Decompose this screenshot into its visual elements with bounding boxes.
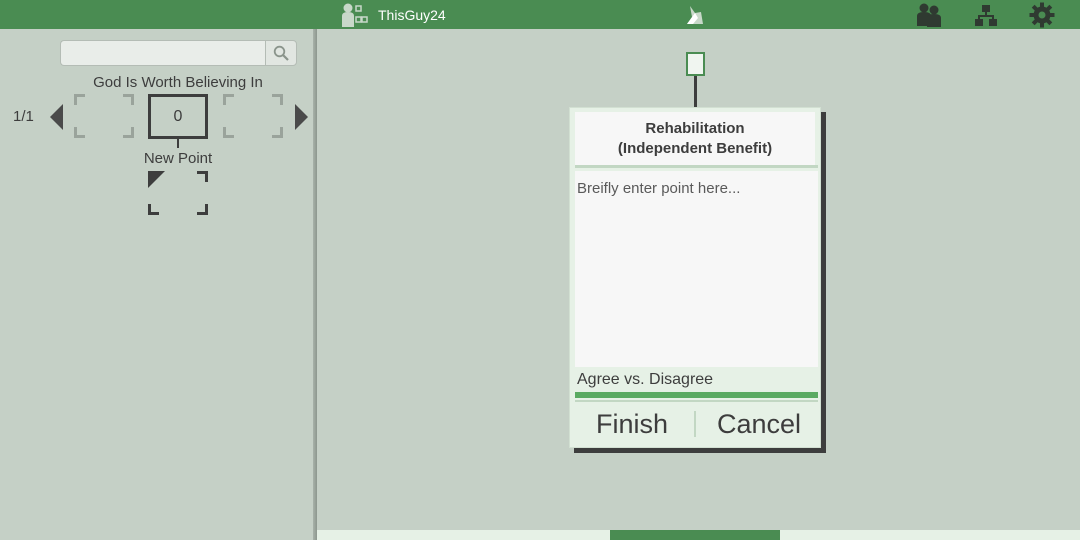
- horizontal-scroll-thumb[interactable]: [610, 530, 780, 540]
- new-point-card: Rehabilitation (Independent Benefit) Agr…: [569, 107, 821, 448]
- agree-disagree-slider[interactable]: [575, 392, 818, 398]
- search-icon: [273, 45, 289, 61]
- empty-node-slot-right[interactable]: [223, 94, 283, 138]
- next-arrow-icon[interactable]: [295, 104, 308, 130]
- card-title-line-2: (Independent Benefit): [617, 140, 773, 157]
- people-icon[interactable]: [916, 2, 942, 28]
- bracket-corner: [197, 171, 208, 182]
- divider: [575, 400, 818, 402]
- page-indicator: 1/1: [13, 108, 34, 125]
- bracket-corner: [272, 94, 283, 105]
- topic-title[interactable]: God Is Worth Believing In: [40, 74, 316, 91]
- bracket-corner: [148, 204, 159, 215]
- bracket-corner: [223, 127, 234, 138]
- search-button[interactable]: [265, 40, 297, 66]
- bracket-corner: [74, 94, 85, 105]
- previous-arrow-icon[interactable]: [50, 104, 63, 130]
- bracket-corner: [123, 127, 134, 138]
- user-menu[interactable]: ThisGuy24: [342, 3, 446, 27]
- unicorn-logo-icon[interactable]: [684, 4, 706, 26]
- bracket-corner: [197, 204, 208, 215]
- node-connector: [177, 139, 179, 148]
- new-point-label: New Point: [143, 150, 213, 167]
- top-bar: ThisGuy24: [0, 0, 1080, 29]
- new-point-corner-marker: [148, 171, 165, 188]
- user-profile-icon[interactable]: [342, 3, 368, 27]
- button-divider: [694, 411, 696, 437]
- cancel-button[interactable]: Cancel: [700, 406, 818, 442]
- bracket-corner: [74, 127, 85, 138]
- sidebar-resize-handle[interactable]: [313, 29, 317, 540]
- parent-node-marker[interactable]: [686, 52, 705, 76]
- agree-disagree-label: Agree vs. Disagree: [577, 371, 714, 388]
- card-title-line-1: Rehabilitation: [645, 120, 745, 137]
- username[interactable]: ThisGuy24: [378, 3, 446, 27]
- card-title: Rehabilitation (Independent Benefit): [575, 112, 815, 166]
- current-node[interactable]: 0: [148, 94, 208, 139]
- divider: [575, 165, 818, 168]
- gear-icon[interactable]: [1029, 2, 1055, 28]
- search-input[interactable]: [60, 40, 266, 66]
- empty-node-slot-left[interactable]: [74, 94, 134, 138]
- bracket-corner: [223, 94, 234, 105]
- card-connector: [694, 76, 697, 108]
- bracket-corner: [123, 94, 134, 105]
- bracket-corner: [272, 127, 283, 138]
- point-text-input[interactable]: [575, 171, 818, 367]
- hierarchy-icon[interactable]: [973, 2, 999, 28]
- finish-button[interactable]: Finish: [580, 406, 684, 442]
